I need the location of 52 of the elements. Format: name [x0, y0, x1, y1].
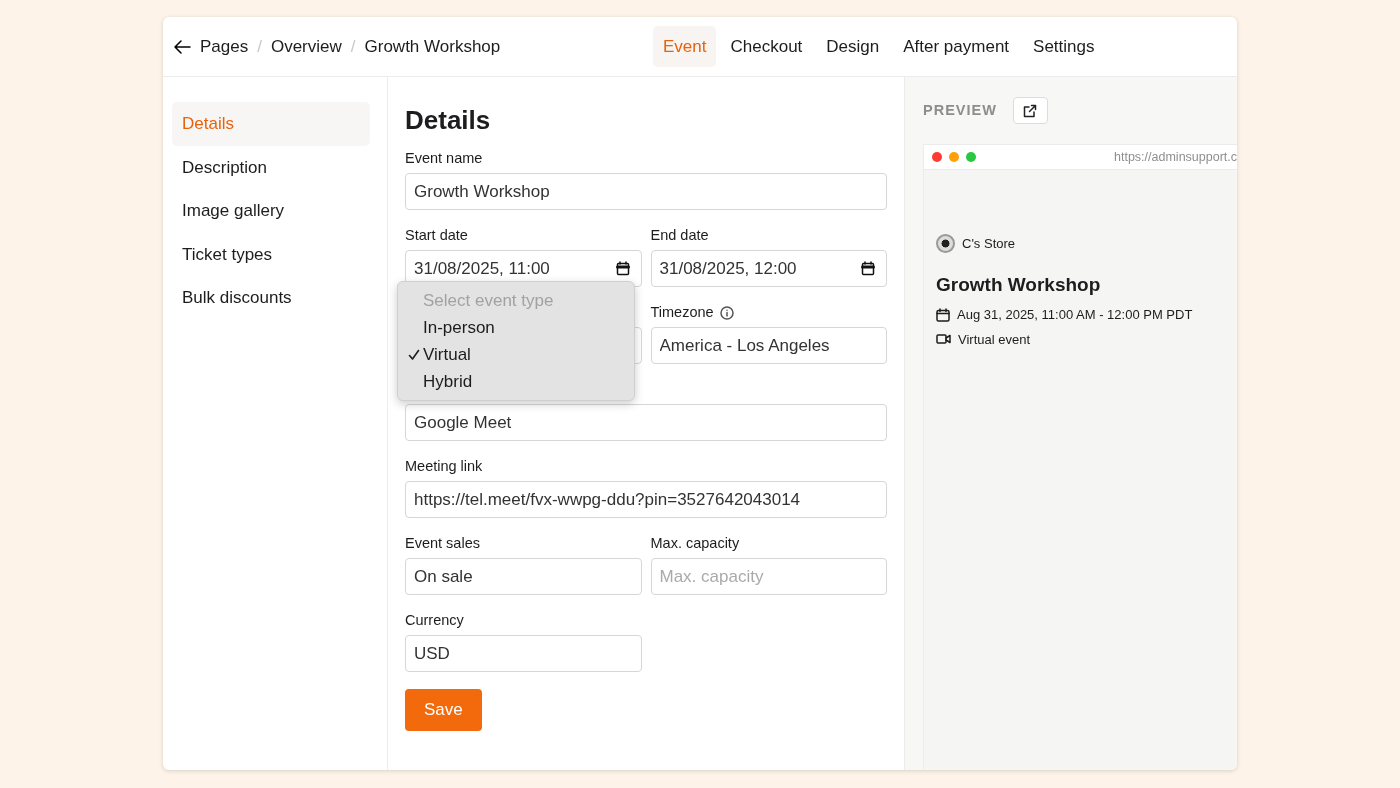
nav-tab[interactable]: After payment — [893, 25, 1020, 68]
field-label: End date — [650, 226, 709, 246]
field-label: Currency — [405, 611, 464, 631]
breadcrumb-link[interactable]: Pages — [200, 33, 249, 60]
select-field[interactable]: Google Meet — [405, 404, 887, 441]
window-dot — [966, 152, 976, 162]
window-dot — [949, 152, 959, 162]
dropdown-menu[interactable]: Select event type In-person Virtual Hybrid — [397, 281, 635, 401]
nav-tab[interactable]: Checkout — [720, 25, 813, 68]
date-field[interactable]: 31/08/2025, 12:00 — [650, 250, 887, 287]
field-label: Start date — [405, 226, 468, 246]
select-field[interactable]: America - Los Angeles — [650, 327, 887, 364]
section-title: Details — [405, 104, 492, 137]
logo-icon — [936, 234, 955, 254]
event-location: Virtual event — [958, 330, 1031, 349]
sidebar-item[interactable]: Ticket types — [172, 232, 370, 276]
url-text: https://adminsupport.c — [1114, 148, 1237, 166]
breadcrumb-separator: / — [350, 35, 356, 58]
menu-placeholder: Select event type — [422, 289, 555, 312]
field-label: Event name — [405, 149, 483, 169]
select-field[interactable]: On sale — [405, 558, 642, 595]
menu-option[interactable]: Virtual — [398, 341, 634, 368]
menu-option[interactable]: In-person — [398, 314, 634, 341]
text-field[interactable]: https://tel.meet/fvx-wwpg-ddu?pin=3527642043014 — [405, 481, 887, 518]
menu-option[interactable]: Hybrid — [398, 368, 634, 395]
field-label: Timezone — [650, 303, 714, 323]
preview-label: PREVIEW — [923, 100, 997, 120]
back-button[interactable] — [173, 38, 191, 55]
calendar-icon — [861, 261, 875, 276]
window-dot — [932, 152, 942, 162]
select-field[interactable]: USD — [405, 635, 642, 672]
breadcrumb-separator: / — [257, 35, 262, 58]
text-field[interactable]: Growth Workshop — [405, 173, 887, 210]
calendar-icon — [936, 307, 950, 322]
sidebar-item[interactable]: Description — [172, 145, 370, 189]
event-date: Aug 31, 2025, 11:00 AM - 12:00 PM PDT — [957, 306, 1193, 324]
text-field[interactable]: Max. capacity — [650, 558, 887, 595]
event-title: Growth Workshop — [936, 272, 1102, 297]
open-external-button[interactable] — [1012, 97, 1048, 124]
breadcrumb-link[interactable]: Overview — [270, 33, 342, 60]
nav-tab[interactable]: Design — [816, 25, 890, 68]
nav-tab[interactable]: Settings — [1023, 25, 1105, 68]
calendar-icon — [615, 261, 630, 276]
field-label: Event sales — [405, 534, 480, 554]
back-arrow-icon — [173, 38, 191, 55]
store-name: C's Store — [962, 235, 1016, 253]
external-link-icon — [1023, 103, 1038, 118]
field-label: Max. capacity — [650, 534, 740, 554]
field-label: Meeting link — [405, 457, 483, 477]
video-camera-icon — [936, 333, 951, 346]
sidebar-item[interactable]: Image gallery — [172, 189, 370, 233]
sidebar-item[interactable]: Bulk discounts — [172, 276, 370, 320]
